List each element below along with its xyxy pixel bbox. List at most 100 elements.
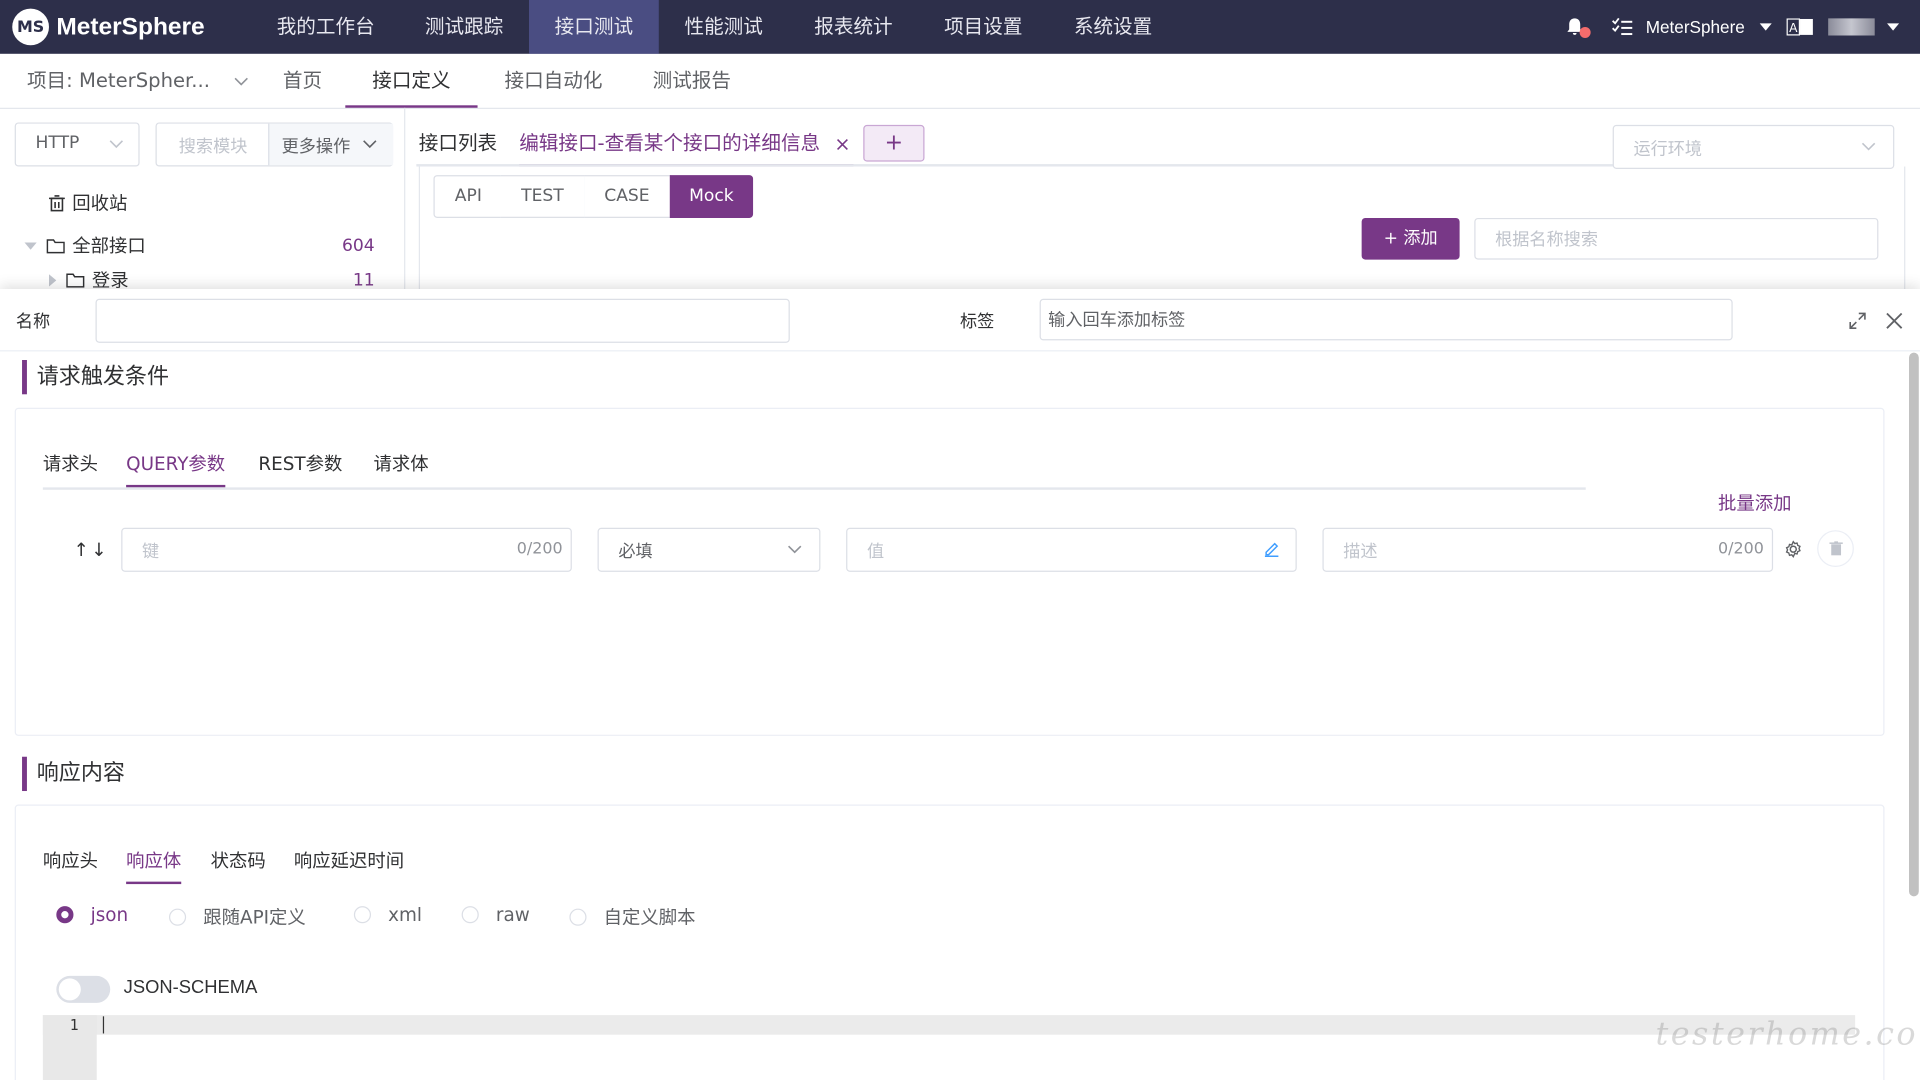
bell-icon[interactable] [1565, 17, 1592, 38]
code-editor[interactable]: 1 [42, 1015, 1856, 1080]
caret-down-icon[interactable] [1886, 23, 1900, 31]
subnav-api-definition[interactable]: 接口定义 [345, 54, 478, 108]
add-button[interactable]: + 添加 [1361, 217, 1460, 260]
module-search-input[interactable]: 搜索模块 [179, 133, 248, 157]
json-schema-label: JSON-SCHEMA [123, 977, 258, 998]
delete-row-button[interactable] [1817, 530, 1854, 567]
json-schema-toggle[interactable] [56, 975, 111, 1003]
editor-gutter: 1 [42, 1015, 97, 1080]
drawer-scrollbar[interactable] [1908, 352, 1919, 897]
more-actions-button[interactable]: 更多操作 [268, 123, 394, 166]
app-name: MeterSphere [56, 12, 205, 40]
param-desc-placeholder: 描述 [1343, 542, 1378, 563]
settings-gear-icon[interactable] [1784, 540, 1802, 558]
chevron-down-icon [233, 77, 248, 87]
param-value-placeholder: 值 [866, 542, 885, 563]
fullscreen-icon[interactable] [1849, 312, 1866, 329]
close-icon[interactable] [836, 138, 848, 150]
radio-custom-script-label: 自定义脚本 [603, 906, 696, 929]
protocol-select[interactable]: HTTP [14, 122, 140, 167]
batch-add-link[interactable]: 批量添加 [1718, 490, 1791, 516]
subnav-api-automation[interactable]: 接口自动化 [504, 54, 602, 108]
panel-divider [404, 107, 406, 294]
nav-item-api-test[interactable]: 接口测试 [528, 0, 659, 54]
segment-api[interactable]: API [433, 175, 504, 218]
subnav-home[interactable]: 首页 [283, 54, 322, 108]
watermark-text: testerhome.com [1655, 1016, 1920, 1054]
nav-item-test-track[interactable]: 测试跟踪 [402, 0, 527, 54]
more-actions-label: 更多操作 [281, 137, 351, 157]
name-search-input[interactable]: 根据名称搜索 [1474, 217, 1879, 260]
radio-raw[interactable]: raw [461, 904, 530, 926]
param-key-input[interactable]: 键 0/200 [121, 527, 572, 572]
sort-arrows-icon[interactable]: ↑↓ [73, 539, 109, 561]
folder-icon [46, 239, 65, 254]
tab-query-params[interactable]: QUERY参数 [126, 443, 226, 488]
radio-custom-script[interactable]: 自定义脚本 [569, 904, 696, 930]
env-select[interactable]: 运行环境 [1612, 124, 1895, 169]
caret-right-icon[interactable] [48, 274, 57, 287]
radio-icon [569, 907, 587, 926]
radio-json[interactable]: json [56, 904, 128, 926]
user-menu[interactable]: MeterSphere [1646, 17, 1745, 37]
chevron-down-icon [787, 545, 802, 555]
editor-active-line [42, 1015, 1856, 1035]
radio-icon [168, 907, 187, 926]
task-list-icon[interactable] [1611, 17, 1633, 37]
tag-input[interactable]: 输入回车添加标签 [1039, 298, 1733, 341]
recycle-bin[interactable]: 回收站 [48, 186, 128, 220]
recycle-bin-label: 回收站 [72, 192, 128, 215]
radio-json-label: json [90, 903, 129, 926]
segment-mock[interactable]: Mock [669, 175, 754, 218]
name-input[interactable] [95, 298, 790, 343]
tab-status-code[interactable]: 状态码 [211, 840, 266, 882]
caret-down-icon[interactable] [1759, 23, 1772, 31]
tag-label: 标签 [960, 312, 995, 332]
param-desc-input[interactable]: 描述 0/200 [1322, 527, 1774, 572]
param-key-counter: 0/200 [516, 540, 563, 559]
tab-response-body[interactable]: 响应体 [126, 840, 182, 885]
tab-response-headers[interactable]: 响应头 [43, 840, 98, 882]
add-tab-button[interactable]: + [863, 124, 925, 162]
caret-down-icon[interactable] [24, 242, 37, 250]
tree-node-all[interactable]: 全部接口 604 [24, 229, 375, 263]
tab-request-headers[interactable]: 请求头 [43, 443, 98, 485]
module-search-group: 搜索模块 更多操作 [155, 122, 394, 167]
param-value-input[interactable]: 值 [846, 527, 1297, 572]
trash-icon [48, 195, 65, 212]
segment-case[interactable]: CASE [584, 175, 672, 218]
subnav-test-report[interactable]: 测试报告 [653, 54, 731, 108]
protocol-label: HTTP [35, 133, 80, 154]
project-selector[interactable]: 项目: MeterSpher... [27, 54, 248, 108]
app-logo[interactable]: MS MeterSphere [12, 7, 205, 46]
chevron-down-icon [1861, 142, 1876, 152]
nav-item-system-settings[interactable]: 系统设置 [1051, 0, 1176, 54]
folder-icon [66, 273, 85, 288]
nav-item-workbench[interactable]: 我的工作台 [262, 0, 389, 54]
radio-selected-icon [56, 906, 74, 924]
name-label: 名称 [15, 312, 51, 332]
edit-pencil-icon[interactable] [1264, 541, 1280, 558]
segment-test[interactable]: TEST [500, 175, 586, 218]
language-icon[interactable]: A [1786, 18, 1813, 36]
nav-item-report[interactable]: 报表统计 [791, 0, 916, 54]
tab-api-list[interactable]: 接口列表 [419, 122, 497, 164]
radio-xml[interactable]: xml [353, 904, 422, 926]
close-icon[interactable] [1886, 312, 1903, 329]
radio-icon [353, 906, 372, 924]
top-navbar: MS MeterSphere 我的工作台 测试跟踪 接口测试 性能测试 报表统计… [0, 0, 1920, 54]
env-select-placeholder: 运行环境 [1633, 139, 1703, 160]
radio-follow-api-label: 跟随API定义 [203, 906, 306, 929]
nav-item-performance[interactable]: 性能测试 [661, 0, 786, 54]
param-key-placeholder: 键 [142, 542, 160, 563]
tab-request-body[interactable]: 请求体 [373, 443, 428, 485]
avatar[interactable] [1828, 18, 1875, 36]
tab-edit-api[interactable]: 编辑接口-查看某个接口的详细信息 [519, 122, 854, 167]
tab-rest-params[interactable]: REST参数 [258, 443, 342, 485]
nav-item-project-settings[interactable]: 项目设置 [921, 0, 1046, 54]
chevron-down-icon [109, 140, 124, 150]
tab-response-delay[interactable]: 响应延迟时间 [294, 840, 404, 882]
radio-follow-api[interactable]: 跟随API定义 [168, 904, 306, 930]
sub-navbar: 项目: MeterSpher... 首页 接口定义 接口自动化 测试报告 [0, 53, 1920, 109]
param-required-select[interactable]: 必填 [597, 527, 821, 572]
